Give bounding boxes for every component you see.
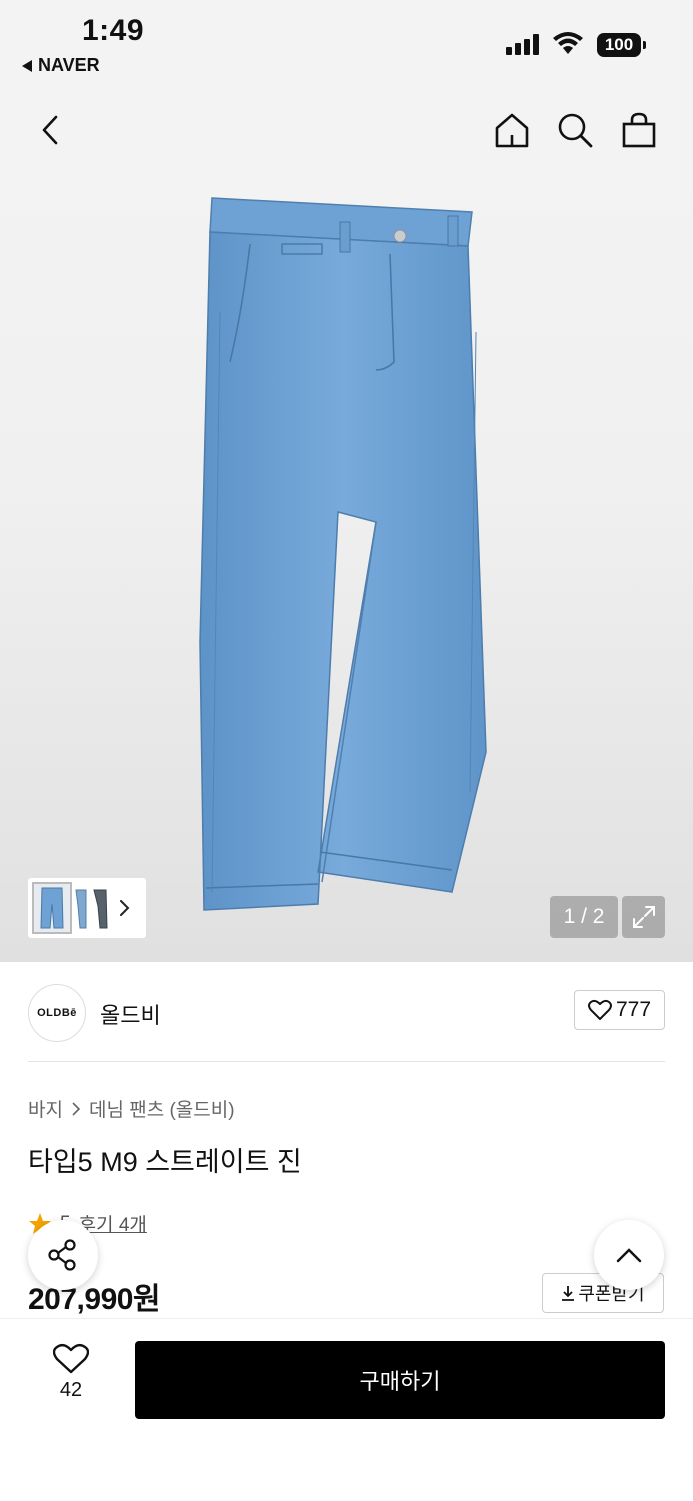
search-button[interactable] <box>553 108 597 152</box>
store-favorite-count: 777 <box>615 998 652 1021</box>
chevron-right-icon <box>72 1101 81 1116</box>
thumbnail-strip[interactable] <box>28 878 146 938</box>
heart-icon <box>53 1343 89 1374</box>
thumbnail-2[interactable] <box>72 882 112 934</box>
search-icon <box>558 113 593 148</box>
jeans-thumbnail-icon <box>40 887 64 929</box>
back-to-app-link[interactable]: NAVER <box>22 55 100 76</box>
breadcrumb-subcategory[interactable]: 데님 팬츠 (올드비) <box>89 1095 235 1122</box>
status-bar: 1:49 NAVER 100 <box>0 0 693 90</box>
store-logo[interactable]: OLDBē <box>28 984 86 1042</box>
share-button[interactable] <box>28 1220 98 1290</box>
breadcrumb: 바지 데님 팬츠 (올드비) <box>28 1095 235 1122</box>
shopping-bag-icon <box>622 112 656 148</box>
back-triangle-icon <box>22 59 32 72</box>
wifi-icon <box>553 32 583 54</box>
purchase-bar: 42 구매하기 <box>0 1318 693 1501</box>
back-button[interactable] <box>28 108 72 152</box>
top-nav-bar <box>0 90 693 170</box>
scroll-top-button[interactable] <box>594 1220 664 1290</box>
wishlist-count: 42 <box>59 1379 83 1401</box>
expand-icon <box>632 906 655 928</box>
wishlist-button[interactable]: 42 <box>40 1343 102 1402</box>
home-button[interactable] <box>490 108 534 152</box>
cart-button[interactable] <box>617 108 661 152</box>
store-name[interactable]: 올드비 <box>100 998 161 1030</box>
download-icon <box>562 1286 575 1301</box>
heart-icon <box>587 999 612 1020</box>
product-jeans-image <box>199 197 487 911</box>
image-page-indicator: 1 / 2 <box>550 896 618 938</box>
store-favorite-button[interactable]: 777 <box>574 990 665 1030</box>
product-title: 타입5 M9 스트레이트 진 <box>28 1147 302 1177</box>
breadcrumb-category[interactable]: 바지 <box>28 1095 63 1122</box>
cellular-signal-icon <box>506 34 539 55</box>
chevron-right-icon <box>120 900 130 916</box>
thumbnail-1[interactable] <box>32 882 72 934</box>
back-app-label: NAVER <box>38 55 100 75</box>
chevron-up-icon <box>616 1248 642 1263</box>
fullscreen-button[interactable] <box>622 896 665 938</box>
product-image-gallery[interactable]: 1 / 2 <box>0 170 693 962</box>
status-time: 1:49 <box>82 14 145 47</box>
chevron-left-icon <box>42 115 58 145</box>
home-icon <box>495 113 529 148</box>
jeans-thumbnail-alt-icon <box>75 889 108 929</box>
share-icon <box>48 1239 76 1271</box>
buy-button[interactable]: 구매하기 <box>135 1341 665 1419</box>
divider <box>28 1061 665 1062</box>
battery-indicator: 100 <box>597 33 646 57</box>
store-row[interactable]: OLDBē 올드비 777 <box>28 982 665 1042</box>
